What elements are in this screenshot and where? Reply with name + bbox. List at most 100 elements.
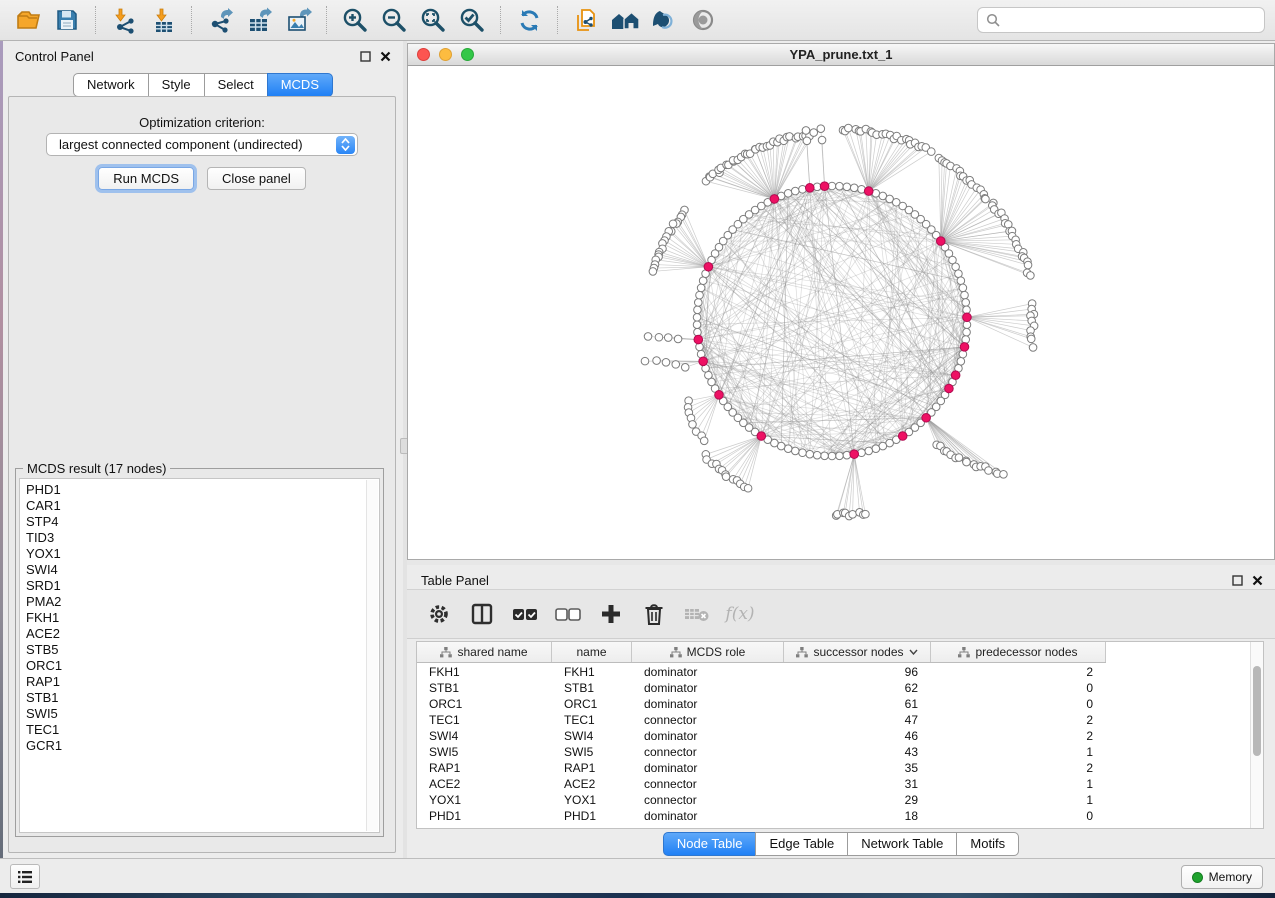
cell-successor-nodes: 62	[784, 680, 931, 696]
table-row[interactable]: ORC1ORC1dominator610	[417, 696, 1249, 712]
cell-mcds-role: dominator	[632, 808, 784, 824]
mcds-result-item[interactable]: STB5	[26, 642, 379, 658]
apply-layout-button[interactable]	[511, 3, 547, 37]
export-table-button[interactable]	[241, 3, 277, 37]
column-layout-button[interactable]	[468, 600, 496, 628]
close-panel-button[interactable]: Close panel	[207, 167, 306, 190]
cell-name: ACE2	[552, 776, 632, 792]
close-panel-icon[interactable]	[1252, 575, 1263, 586]
sort-desc-icon	[909, 649, 918, 655]
mcds-result-item[interactable]: SWI4	[26, 562, 379, 578]
cell-mcds-role: dominator	[632, 760, 784, 776]
export-table-icon	[246, 7, 273, 34]
tab-edge-table[interactable]: Edge Table	[755, 832, 848, 856]
column-header-label: predecessor nodes	[975, 645, 1077, 659]
cell-shared-name: YOX1	[417, 792, 552, 808]
mcds-result-item[interactable]: RAP1	[26, 674, 379, 690]
function-builder-button[interactable]: f(x)	[726, 600, 754, 628]
table-row[interactable]: SWI5SWI5connector431	[417, 744, 1249, 760]
zoom-fit-button[interactable]	[415, 3, 451, 37]
deselect-all-rows-button[interactable]	[554, 600, 582, 628]
tab-style[interactable]: Style	[148, 73, 205, 97]
hide-selected-button[interactable]	[646, 3, 682, 37]
column-header-shared-name[interactable]: shared name	[417, 642, 552, 662]
cell-successor-nodes: 35	[784, 760, 931, 776]
tab-mcds[interactable]: MCDS	[267, 73, 333, 97]
table-row[interactable]: SWI4SWI4dominator462	[417, 728, 1249, 744]
cell-mcds-role: dominator	[632, 728, 784, 744]
mcds-result-item[interactable]: SWI5	[26, 706, 379, 722]
import-table-button[interactable]	[145, 3, 181, 37]
network-canvas[interactable]	[407, 66, 1275, 560]
mcds-result-item[interactable]: STP4	[26, 514, 379, 530]
mcds-result-item[interactable]: ORC1	[26, 658, 379, 674]
table-row[interactable]: ACE2ACE2connector311	[417, 776, 1249, 792]
houses-icon	[610, 7, 640, 33]
select-all-icon	[511, 604, 539, 624]
mcds-result-item[interactable]: TEC1	[26, 722, 379, 738]
table-row[interactable]: TEC1TEC1connector472	[417, 712, 1249, 728]
control-panel-title: Control Panel	[15, 49, 94, 64]
table-settings-button[interactable]	[425, 600, 453, 628]
list-scrollbar[interactable]	[366, 480, 378, 831]
column-header-MCDS-role[interactable]: MCDS role	[632, 642, 784, 662]
maximize-window-button[interactable]	[461, 48, 474, 61]
close-window-button[interactable]	[417, 48, 430, 61]
search-input[interactable]	[1006, 13, 1256, 28]
tab-node-table[interactable]: Node Table	[663, 832, 757, 856]
close-panel-icon[interactable]	[380, 51, 391, 62]
tab-motifs[interactable]: Motifs	[956, 832, 1019, 856]
create-column-button[interactable]	[597, 600, 625, 628]
tab-network[interactable]: Network	[73, 73, 149, 97]
mcds-result-item[interactable]: GCR1	[26, 738, 379, 754]
optimization-criterion-select[interactable]: largest connected component (undirected)	[46, 133, 358, 156]
mcds-result-item[interactable]: TID3	[26, 530, 379, 546]
float-panel-icon[interactable]	[360, 51, 371, 62]
search-icon	[986, 13, 1000, 27]
mcds-result-item[interactable]: PHD1	[26, 482, 379, 498]
first-neighbors-button[interactable]	[607, 3, 643, 37]
mcds-result-item[interactable]: ACE2	[26, 626, 379, 642]
zoom-selected-button[interactable]	[454, 3, 490, 37]
show-all-button[interactable]	[685, 3, 721, 37]
column-header-name[interactable]: name	[552, 642, 632, 662]
export-network-button[interactable]	[202, 3, 238, 37]
mcds-result-item[interactable]: PMA2	[26, 594, 379, 610]
run-mcds-button[interactable]: Run MCDS	[98, 167, 194, 190]
mcds-result-item[interactable]: SRD1	[26, 578, 379, 594]
export-image-button[interactable]	[280, 3, 316, 37]
zoom-in-button[interactable]	[337, 3, 373, 37]
network-window-titlebar[interactable]: YPA_prune.txt_1	[407, 43, 1275, 66]
mcds-result-item[interactable]: YOX1	[26, 546, 379, 562]
mcds-result-list[interactable]: PHD1CAR1STP4TID3YOX1SWI4SRD1PMA2FKH1ACE2…	[19, 478, 380, 833]
table-row[interactable]: YOX1YOX1connector291	[417, 792, 1249, 808]
mcds-result-item[interactable]: FKH1	[26, 610, 379, 626]
column-header-predecessor-nodes[interactable]: predecessor nodes	[931, 642, 1106, 662]
table-row[interactable]: STB1STB1dominator620	[417, 680, 1249, 696]
column-header-successor-nodes[interactable]: successor nodes	[784, 642, 931, 662]
open-file-button[interactable]	[10, 3, 46, 37]
table-toolbar: f(x)	[407, 589, 1275, 639]
float-panel-icon[interactable]	[1232, 575, 1243, 586]
table-scrollbar[interactable]	[1250, 642, 1263, 828]
clone-network-button[interactable]	[568, 3, 604, 37]
import-network-button[interactable]	[106, 3, 142, 37]
delete-columns-button[interactable]	[640, 600, 668, 628]
table-row[interactable]: RAP1RAP1dominator352	[417, 760, 1249, 776]
task-history-button[interactable]	[10, 864, 40, 889]
memory-button[interactable]: Memory	[1181, 865, 1263, 889]
scrollbar-thumb[interactable]	[1253, 666, 1261, 756]
minimize-window-button[interactable]	[439, 48, 452, 61]
delete-table-button[interactable]	[683, 600, 711, 628]
table-row[interactable]: FKH1FKH1dominator962	[417, 664, 1249, 680]
tab-network-table[interactable]: Network Table	[847, 832, 957, 856]
tab-select[interactable]: Select	[204, 73, 268, 97]
select-all-rows-button[interactable]	[511, 600, 539, 628]
zoom-out-icon	[380, 6, 408, 34]
save-session-button[interactable]	[49, 3, 85, 37]
mcds-result-item[interactable]: CAR1	[26, 498, 379, 514]
application-window: Control Panel NetworkStyleSelectMCDS Opt…	[0, 0, 1275, 898]
mcds-result-item[interactable]: STB1	[26, 690, 379, 706]
zoom-out-button[interactable]	[376, 3, 412, 37]
table-row[interactable]: PHD1PHD1dominator180	[417, 808, 1249, 824]
